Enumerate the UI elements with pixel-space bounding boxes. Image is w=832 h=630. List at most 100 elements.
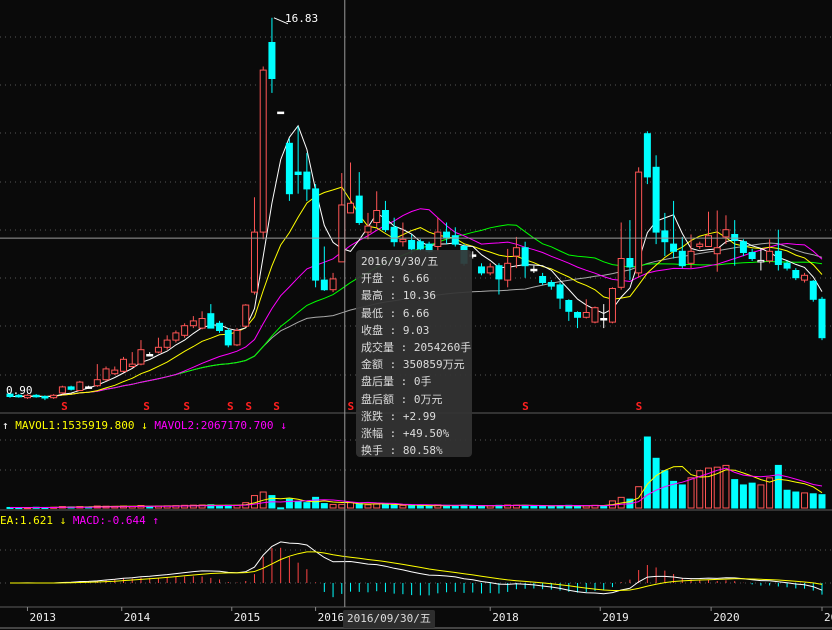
volume-bar xyxy=(416,505,424,509)
candle-body xyxy=(277,111,285,115)
candle-body xyxy=(635,171,643,274)
candle-body xyxy=(739,241,747,253)
volume-bar xyxy=(547,505,555,509)
candle-body xyxy=(477,266,485,274)
tooltip-label: 涨跌 xyxy=(361,409,383,423)
candle-body xyxy=(76,381,84,392)
candle-body xyxy=(722,229,730,238)
tooltip-separator: : xyxy=(394,375,414,389)
candle-body xyxy=(41,396,49,399)
high-price-label: 16.83 xyxy=(285,12,319,25)
candle-body xyxy=(766,250,774,262)
tooltip-value: 80.58% xyxy=(402,444,443,458)
tooltip-separator: : xyxy=(383,323,403,337)
tooltip-separator: : xyxy=(383,409,403,423)
candle-body xyxy=(434,231,442,248)
macd-indicator-header: EA:1.621 ↓ MACD:-0.644 ↑ xyxy=(0,514,159,527)
candle-body xyxy=(556,284,564,299)
candle-body xyxy=(678,250,686,267)
tooltip-label: 金额 xyxy=(361,358,383,372)
volume-bar xyxy=(539,505,547,509)
candle-body xyxy=(294,171,302,176)
volume-indicator-header: ↑ MAVOL1:1535919.800 ↓ MAVOL2:2067170.70… xyxy=(2,419,287,432)
candle-body xyxy=(608,288,616,323)
candle-body xyxy=(390,226,398,243)
volume-bar xyxy=(801,492,809,509)
tooltip-separator: : xyxy=(383,289,403,303)
volume-bar xyxy=(652,457,660,509)
volume-arrow-up-icon: ↑ xyxy=(2,419,9,432)
candle-body xyxy=(58,386,66,394)
volume-bar xyxy=(381,503,389,509)
signal-s-marker[interactable]: S xyxy=(636,400,643,413)
candle-body xyxy=(696,243,704,248)
tooltip-row: 盘后量 : 0手 xyxy=(361,373,472,390)
tooltip-row: 最高 : 10.36 xyxy=(361,287,472,304)
tooltip-separator: : xyxy=(383,358,403,372)
candle-body xyxy=(504,262,512,281)
signal-s-marker[interactable]: S xyxy=(61,400,68,413)
x-axis-year-label: 2019 xyxy=(602,611,629,624)
tooltip-value: 10.36 xyxy=(402,289,436,303)
tooltip-label: 盘后量 xyxy=(361,375,394,389)
candle-info-tooltip: 2016/9/30/五 开盘 : 6.66 最高 : 10.36 最低 : 6.66… xyxy=(356,250,472,457)
tooltip-row: 涨幅 : +49.50% xyxy=(361,425,472,442)
candle-body xyxy=(774,250,782,266)
candle-body xyxy=(443,231,451,239)
tooltip-separator: : xyxy=(383,306,403,320)
signal-s-marker[interactable]: S xyxy=(183,400,190,413)
candle-body xyxy=(102,368,110,381)
tooltip-label: 盘后额 xyxy=(361,392,394,406)
tooltip-row: 开盘 : 6.66 xyxy=(361,270,472,287)
tooltip-value: 6.66 xyxy=(402,272,430,286)
tooltip-row: 成交量 : 2054260手 xyxy=(361,339,472,356)
candle-body xyxy=(731,234,739,241)
candle-body xyxy=(259,69,267,233)
tooltip-separator: : xyxy=(394,341,414,355)
volume-bar xyxy=(399,504,407,509)
volume-bar xyxy=(818,494,826,509)
volume-bar xyxy=(774,464,782,509)
x-axis-year-label: 20 xyxy=(824,611,832,624)
candle-body xyxy=(451,235,459,245)
dea-value: EA:1.621 xyxy=(0,514,53,527)
candle-body xyxy=(713,247,721,255)
macd-dea-line xyxy=(10,551,823,592)
candle-body xyxy=(338,204,346,263)
candle-body xyxy=(285,142,293,195)
candle-body xyxy=(111,369,119,375)
candle-body xyxy=(172,332,180,341)
candle-body xyxy=(670,243,678,252)
candle-body xyxy=(312,188,320,281)
tooltip-row: 涨跌 : +2.99 xyxy=(361,408,472,425)
tooltip-row: 盘后额 : 0万元 xyxy=(361,391,472,408)
tooltip-value: 350859万元 xyxy=(402,358,465,372)
candle-body xyxy=(355,195,363,224)
candle-body xyxy=(547,282,555,287)
tooltip-row: 收盘 : 9.03 xyxy=(361,322,472,339)
volume-bar xyxy=(303,502,311,509)
mavol1-arrow-icon: ↓ xyxy=(141,419,148,432)
signal-s-marker[interactable]: S xyxy=(348,400,355,413)
volume-bar xyxy=(783,489,791,509)
x-axis-year-label: 2014 xyxy=(123,611,151,624)
tooltip-label: 收盘 xyxy=(361,323,383,337)
tooltip-label: 最低 xyxy=(361,306,383,320)
signal-s-marker[interactable]: S xyxy=(245,400,252,413)
volume-bar xyxy=(329,503,337,509)
candle-body xyxy=(207,313,215,329)
tooltip-value: +2.99 xyxy=(402,409,436,423)
volume-bar xyxy=(643,436,651,509)
candle-body xyxy=(801,274,809,281)
volume-bar xyxy=(739,484,747,509)
mavol2-value: MAVOL2:2067170.700 xyxy=(154,419,274,432)
signal-s-marker[interactable]: S xyxy=(143,400,150,413)
dea-arrow-icon: ↓ xyxy=(59,514,67,527)
signal-s-marker[interactable]: S xyxy=(227,400,234,413)
candle-body xyxy=(268,42,276,79)
signal-s-marker[interactable]: S xyxy=(522,400,529,413)
signal-s-marker[interactable]: S xyxy=(273,400,280,413)
candle-body xyxy=(809,280,817,300)
volume-bar xyxy=(390,504,398,509)
candle-body xyxy=(408,240,416,250)
